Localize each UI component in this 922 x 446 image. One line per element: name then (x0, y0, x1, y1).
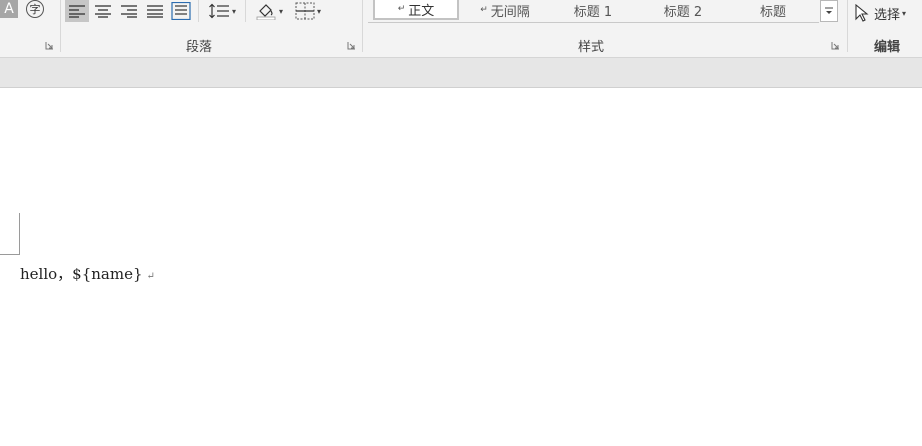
style-label: 标题 (759, 4, 786, 20)
paragraph-dialog-launcher-icon[interactable] (347, 41, 356, 50)
borders-button[interactable]: ▾ (290, 0, 326, 22)
ruler-strip (0, 58, 922, 88)
align-left-button[interactable] (65, 0, 89, 22)
align-right-button[interactable] (118, 0, 140, 22)
text-highlight-a-button[interactable]: A (0, 0, 18, 18)
cursor-arrow-icon (855, 4, 869, 22)
justify-button[interactable] (144, 0, 166, 22)
line-spacing-icon (209, 3, 229, 19)
align-center-button[interactable] (92, 0, 114, 22)
chevron-down-icon: ▾ (316, 6, 321, 16)
shading-button[interactable]: ▾ (252, 0, 286, 22)
group-separator (847, 0, 848, 52)
font-dialog-launcher-icon[interactable] (45, 41, 54, 50)
select-button[interactable]: 选择 ▾ (854, 2, 906, 24)
chevron-down-icon: ▾ (278, 6, 283, 16)
style-label: 标题 2 (663, 4, 703, 20)
enclose-characters-button[interactable]: 字 (26, 0, 44, 18)
style-no-spacing[interactable]: ↵ 无间隔 (462, 0, 548, 20)
zi-glyph: 字 (29, 3, 41, 16)
chevron-down-icon: ▾ (902, 8, 907, 18)
paragraph-mark-icon: ↵ (480, 5, 488, 15)
distributed-align-icon (171, 2, 191, 20)
styles-dialog-launcher-icon[interactable] (831, 41, 840, 50)
group-separator (60, 0, 61, 52)
a-glyph: A (4, 1, 14, 17)
style-title[interactable]: 标题 (730, 0, 816, 20)
borders-icon (295, 2, 315, 20)
style-label: 正文 (408, 3, 435, 19)
ribbon: A 字 ▾ ▾ ▾ 段落 ↵ 正文 ↵ 无间隔 标题 1 标题 2 标题 样式 … (0, 0, 922, 58)
toolbar-separator (198, 0, 199, 22)
document-page[interactable]: hello，${name} ↵ (0, 88, 922, 446)
font-group: A 字 (0, 0, 60, 57)
paint-bucket-icon (256, 4, 276, 20)
style-heading-2[interactable]: 标题 2 (640, 0, 726, 20)
align-left-icon (69, 5, 85, 18)
distributed-align-button[interactable] (170, 0, 192, 22)
paragraph-mark-icon: ↵ (146, 271, 155, 282)
document-paragraph[interactable]: hello，${name} ↵ (20, 263, 155, 284)
margin-corner-mark (0, 254, 20, 255)
select-label: 选择 (874, 7, 901, 23)
style-normal[interactable]: ↵ 正文 (373, 0, 459, 20)
align-right-icon (121, 5, 137, 18)
more-dropdown-icon (825, 7, 833, 14)
margin-corner-mark (19, 213, 20, 255)
toolbar-separator (245, 0, 246, 22)
paragraph-group-label: 段落 (186, 40, 213, 55)
group-separator (362, 0, 363, 52)
style-label: 标题 1 (573, 4, 613, 20)
styles-more-button[interactable] (820, 0, 838, 22)
align-center-icon (95, 5, 111, 18)
document-text: hello，${name} (20, 265, 143, 283)
paragraph-mark-icon: ↵ (397, 4, 406, 14)
editing-group-label: 编辑 (874, 40, 901, 55)
justify-icon (147, 5, 163, 18)
line-spacing-button[interactable]: ▾ (204, 0, 240, 22)
style-heading-1[interactable]: 标题 1 (550, 0, 636, 20)
chevron-down-icon: ▾ (231, 6, 236, 16)
styles-group-label: 样式 (578, 40, 605, 55)
style-label: 无间隔 (490, 4, 530, 20)
